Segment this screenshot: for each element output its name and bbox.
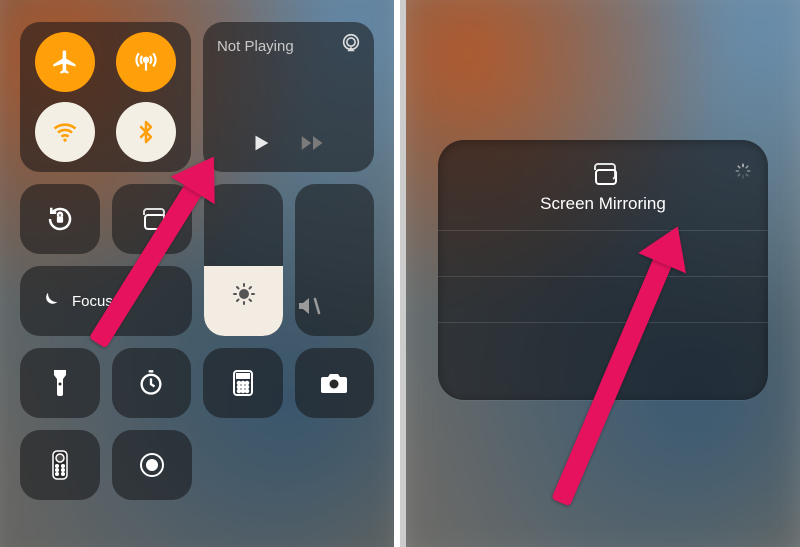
screen-mirroring-icon bbox=[584, 160, 622, 188]
control-center: Not Playing bbox=[0, 0, 394, 547]
screen-mirroring-sheet[interactable]: Screen Mirroring bbox=[438, 140, 768, 400]
flashlight-icon bbox=[50, 368, 70, 398]
device-row-placeholder[interactable] bbox=[438, 277, 768, 323]
speaker-slash-icon bbox=[295, 294, 374, 318]
moon-icon bbox=[38, 290, 60, 312]
airplane-icon bbox=[51, 48, 79, 76]
now-playing-module[interactable]: Not Playing bbox=[203, 22, 374, 172]
calculator-icon bbox=[231, 369, 255, 397]
device-row-placeholder[interactable] bbox=[438, 231, 768, 277]
apple-tv-remote-button[interactable] bbox=[20, 430, 100, 500]
spinner-icon bbox=[734, 162, 752, 180]
rotation-lock-button[interactable] bbox=[20, 184, 100, 254]
volume-slider[interactable] bbox=[295, 184, 374, 336]
brightness-slider[interactable] bbox=[204, 184, 283, 336]
camera-icon bbox=[319, 371, 349, 395]
cellular-data-toggle[interactable] bbox=[116, 32, 176, 92]
airplay-audio-icon[interactable] bbox=[340, 32, 362, 54]
screen-record-button[interactable] bbox=[112, 430, 192, 500]
rotation-lock-icon bbox=[45, 204, 75, 234]
panel-divider bbox=[394, 0, 400, 547]
play-icon bbox=[250, 132, 272, 154]
screenshot-left: Not Playing bbox=[0, 0, 394, 547]
bluetooth-icon bbox=[134, 120, 158, 144]
bluetooth-toggle[interactable] bbox=[116, 102, 176, 162]
flashlight-button[interactable] bbox=[20, 348, 100, 418]
wifi-toggle[interactable] bbox=[35, 102, 95, 162]
calculator-button[interactable] bbox=[203, 348, 283, 418]
wifi-icon bbox=[51, 118, 79, 146]
airplane-mode-toggle[interactable] bbox=[35, 32, 95, 92]
sheet-title: Screen Mirroring bbox=[438, 194, 768, 214]
forward-icon bbox=[300, 132, 326, 154]
fast-forward-button[interactable] bbox=[300, 132, 326, 154]
play-button[interactable] bbox=[250, 132, 272, 154]
antenna-icon bbox=[133, 49, 159, 75]
apple-tv-remote-icon bbox=[51, 449, 69, 481]
timer-button[interactable] bbox=[112, 348, 192, 418]
timer-icon bbox=[137, 369, 165, 397]
screen-record-icon bbox=[138, 451, 166, 479]
connectivity-module[interactable] bbox=[20, 22, 191, 172]
now-playing-label: Not Playing bbox=[217, 38, 360, 55]
loading-spinner bbox=[734, 162, 752, 180]
brightness-fill bbox=[204, 266, 283, 336]
screenshot-right: Screen Mirroring bbox=[406, 0, 800, 547]
camera-button[interactable] bbox=[295, 348, 375, 418]
device-row-placeholder[interactable] bbox=[438, 323, 768, 369]
sun-icon bbox=[232, 282, 256, 306]
device-list bbox=[438, 231, 768, 369]
sheet-header: Screen Mirroring bbox=[438, 160, 768, 231]
